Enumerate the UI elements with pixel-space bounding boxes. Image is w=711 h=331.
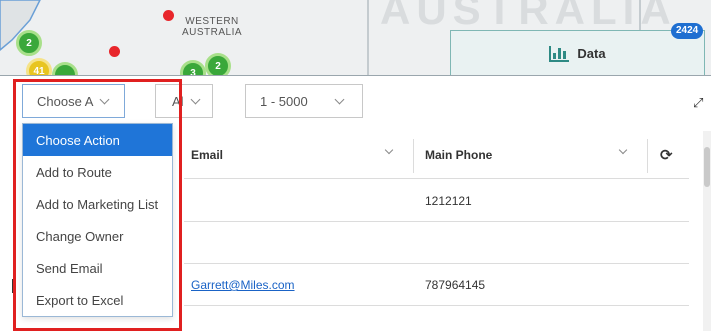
bar-chart-icon bbox=[549, 45, 570, 62]
phone-cell: 787964145 bbox=[425, 278, 486, 292]
chevron-down-icon bbox=[334, 94, 345, 104]
column-divider[interactable] bbox=[647, 139, 648, 173]
menu-item-choose-action[interactable]: Choose Action bbox=[23, 124, 172, 156]
chevron-down-icon[interactable] bbox=[618, 145, 628, 155]
table-row[interactable]: Garrett@Miles.com 787964145 bbox=[184, 264, 689, 306]
menu-item-add-to-route[interactable]: Add to Route bbox=[23, 156, 172, 188]
chevron-down-icon bbox=[99, 94, 110, 104]
column-divider[interactable] bbox=[413, 139, 414, 173]
menu-item-send-email[interactable]: Send Email bbox=[23, 252, 172, 284]
refresh-icon[interactable]: ⟳ bbox=[660, 131, 680, 179]
scrollbar-thumb[interactable] bbox=[704, 147, 710, 187]
filter-value: Al bbox=[172, 93, 184, 109]
checkbox-fragment[interactable] bbox=[12, 279, 16, 293]
map-pin[interactable] bbox=[163, 10, 174, 21]
map-cluster[interactable]: 2 bbox=[16, 30, 42, 56]
email-cell: Garrett@Miles.com bbox=[191, 278, 295, 292]
map-pin[interactable] bbox=[109, 46, 120, 57]
column-header-main-phone[interactable]: Main Phone bbox=[425, 131, 640, 179]
data-tab[interactable]: Data bbox=[450, 30, 705, 75]
map-view[interactable]: AUSTRALIA WESTERN AUSTRALIA 2 41 3 2 Dat… bbox=[0, 0, 711, 76]
phone-cell: 1212121 bbox=[425, 194, 472, 208]
data-tab-label: Data bbox=[577, 46, 606, 61]
menu-item-export-to-excel[interactable]: Export to Excel bbox=[23, 284, 172, 316]
map-background-label: AUSTRALIA bbox=[380, 0, 677, 33]
table-scrollbar[interactable] bbox=[703, 131, 711, 331]
range-select[interactable]: 1 - 5000 bbox=[245, 84, 363, 118]
map-cluster[interactable]: 2 bbox=[205, 53, 231, 75]
table-row[interactable]: 1212121 bbox=[184, 180, 689, 222]
column-header-email[interactable]: Email bbox=[191, 131, 406, 179]
row-select-column bbox=[0, 131, 16, 331]
chevron-down-icon bbox=[190, 94, 201, 104]
action-dropdown-menu: Choose Action Add to Route Add to Market… bbox=[22, 123, 173, 317]
choose-action-select[interactable]: Choose A bbox=[22, 84, 125, 118]
filter-select[interactable]: Al bbox=[155, 84, 213, 118]
table-header: Email Main Phone ⟳ bbox=[184, 131, 689, 179]
expand-icon[interactable]: ⤢ bbox=[693, 95, 703, 111]
menu-item-change-owner[interactable]: Change Owner bbox=[23, 220, 172, 252]
map-region-label: WESTERN AUSTRALIA bbox=[182, 16, 243, 38]
choose-action-value: Choose A bbox=[37, 93, 94, 109]
chevron-down-icon[interactable] bbox=[384, 145, 394, 155]
menu-item-add-to-marketing-list[interactable]: Add to Marketing List bbox=[23, 188, 172, 220]
table-row[interactable] bbox=[184, 222, 689, 264]
record-count-badge: 2424 bbox=[671, 23, 704, 39]
range-value: 1 - 5000 bbox=[260, 93, 308, 109]
